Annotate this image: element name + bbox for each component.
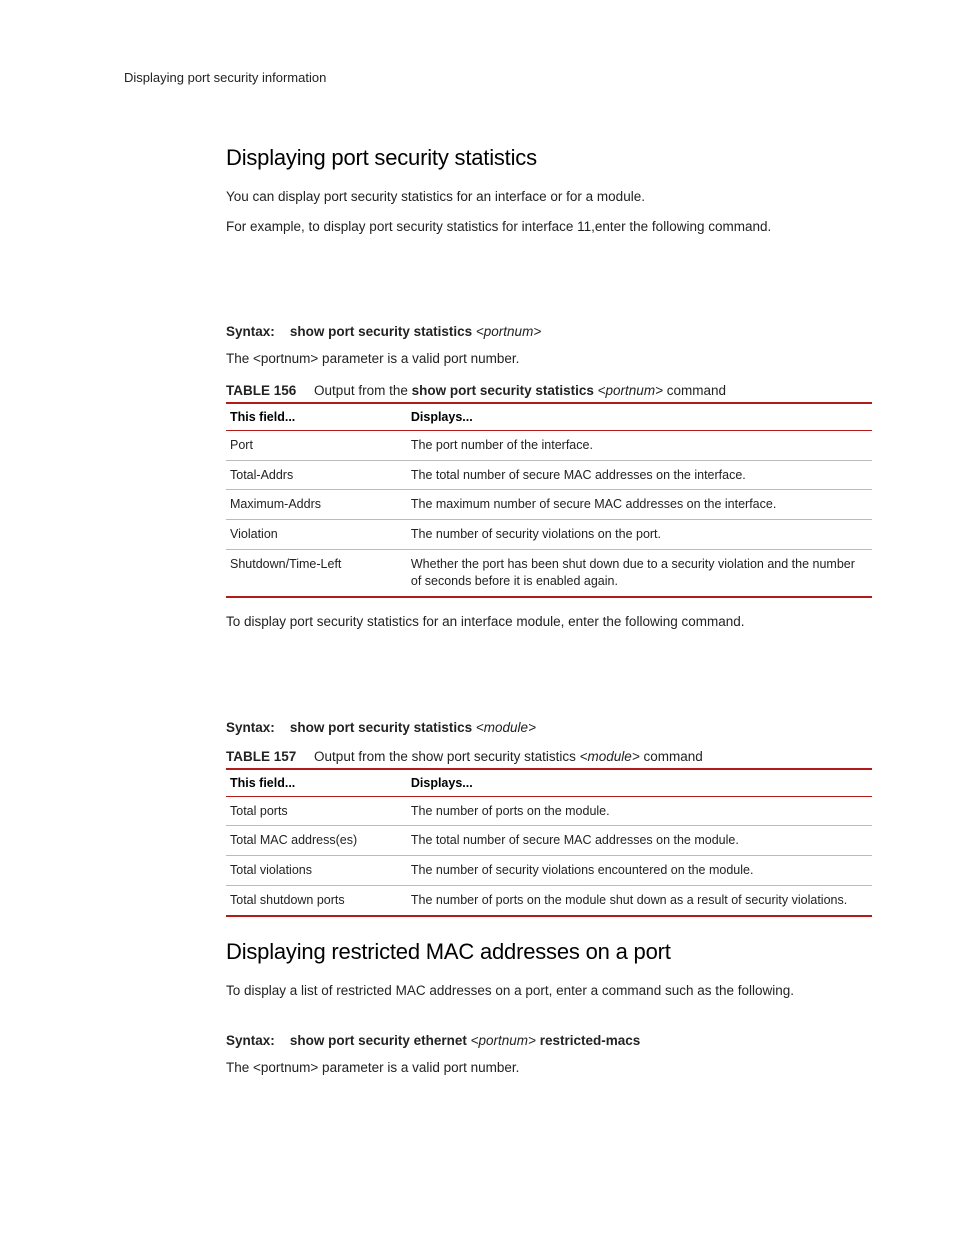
table-row: Maximum-AddrsThe maximum number of secur… [226, 490, 872, 520]
cell: The number of security violations on the… [407, 520, 872, 550]
cell: The number of security violations encoun… [407, 856, 872, 886]
syntax-prefix: Syntax: [226, 1033, 275, 1048]
cell: Total violations [226, 856, 407, 886]
syntax-prefix: Syntax: [226, 324, 275, 339]
cell: The maximum number of secure MAC address… [407, 490, 872, 520]
running-header: Displaying port security information [124, 70, 872, 85]
syntax-arg: <portnum> [471, 1033, 536, 1048]
cell: Total ports [226, 796, 407, 826]
section-heading-statistics: Displaying port security statistics [226, 145, 872, 171]
table-row: Total portsThe number of ports on the mo… [226, 796, 872, 826]
section-heading-restricted: Displaying restricted MAC addresses on a… [226, 939, 872, 965]
table-header: Displays... [407, 769, 872, 797]
table-row: ViolationThe number of security violatio… [226, 520, 872, 550]
spacer [226, 917, 872, 939]
caption-text: Output from the show port security stati… [314, 749, 580, 764]
document-page: Displaying port security information Dis… [0, 0, 954, 1235]
caption-text: Output from the [314, 383, 412, 398]
syntax-command: show port security statistics [290, 324, 472, 339]
syntax-command: show port security ethernet [290, 1033, 467, 1048]
body-text: To display a list of restricted MAC addr… [226, 981, 872, 1001]
table-row: Total MAC address(es)The total number of… [226, 826, 872, 856]
body-text: For example, to display port security st… [226, 217, 872, 237]
body-text: To display port security statistics for … [226, 612, 872, 632]
body-text: The <portnum> parameter is a valid port … [226, 1058, 872, 1078]
cell: The total number of secure MAC addresses… [407, 826, 872, 856]
body-text: The <portnum> parameter is a valid port … [226, 349, 872, 369]
syntax-line: Syntax: show port security ethernet <por… [226, 1033, 872, 1048]
table-statistics-module: This field... Displays... Total portsThe… [226, 768, 872, 918]
cell: Port [226, 430, 407, 460]
body-text: You can display port security statistics… [226, 187, 872, 207]
caption-bold: show port security statistics [412, 383, 598, 398]
table-row: Total shutdown portsThe number of ports … [226, 886, 872, 916]
spacer [226, 246, 872, 324]
cell: Shutdown/Time-Left [226, 550, 407, 597]
table-header: This field... [226, 403, 407, 431]
table-row: PortThe port number of the interface. [226, 430, 872, 460]
main-content: Displaying port security statistics You … [226, 145, 872, 1077]
table-label: TABLE 157 [226, 749, 296, 764]
cell: The number of ports on the module. [407, 796, 872, 826]
cell: Violation [226, 520, 407, 550]
syntax-arg: <module> [476, 720, 536, 735]
spacer [226, 642, 872, 720]
cell: Maximum-Addrs [226, 490, 407, 520]
syntax-arg: <portnum> [476, 324, 541, 339]
table-header: This field... [226, 769, 407, 797]
table-row: Total violationsThe number of security v… [226, 856, 872, 886]
cell: The total number of secure MAC addresses… [407, 460, 872, 490]
cell: The port number of the interface. [407, 430, 872, 460]
table-row: Shutdown/Time-LeftWhether the port has b… [226, 550, 872, 597]
syntax-line: Syntax: show port security statistics <p… [226, 324, 872, 339]
cell: The number of ports on the module shut d… [407, 886, 872, 916]
table-label: TABLE 156 [226, 383, 296, 398]
caption-italic: <module> [580, 749, 640, 764]
syntax-prefix: Syntax: [226, 720, 275, 735]
table-caption: TABLE 156 Output from the show port secu… [226, 383, 872, 398]
spacer [226, 1011, 872, 1033]
caption-text: command [663, 383, 726, 398]
table-row: Total-AddrsThe total number of secure MA… [226, 460, 872, 490]
syntax-command: show port security statistics [290, 720, 472, 735]
cell: Total shutdown ports [226, 886, 407, 916]
table-statistics-portnum: This field... Displays... PortThe port n… [226, 402, 872, 598]
cell: Total-Addrs [226, 460, 407, 490]
syntax-tail: restricted-macs [540, 1033, 641, 1048]
table-header: Displays... [407, 403, 872, 431]
cell: Total MAC address(es) [226, 826, 407, 856]
caption-italic: <portnum> [598, 383, 663, 398]
table-caption: TABLE 157 Output from the show port secu… [226, 749, 872, 764]
caption-text: command [640, 749, 703, 764]
syntax-line: Syntax: show port security statistics <m… [226, 720, 872, 735]
cell: Whether the port has been shut down due … [407, 550, 872, 597]
